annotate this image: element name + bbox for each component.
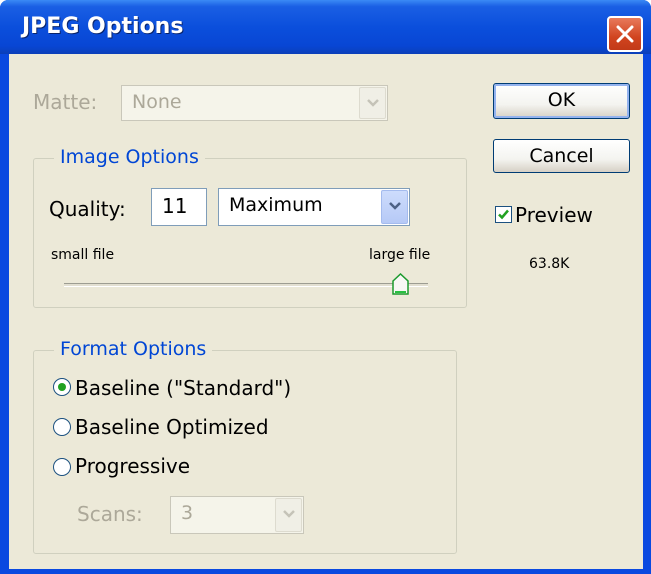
image-options-legend: Image Options: [54, 146, 205, 168]
format-options-legend: Format Options: [54, 338, 213, 360]
chevron-down-icon: [389, 202, 401, 210]
quality-dropdown-button[interactable]: [381, 190, 408, 224]
matte-label: Matte:: [33, 90, 98, 114]
scans-select[interactable]: 3: [170, 496, 304, 534]
radio-selected-dot: [58, 383, 66, 391]
small-file-label: small file: [51, 247, 115, 263]
scans-dropdown-button[interactable]: [275, 498, 302, 532]
quality-value: 11: [162, 194, 188, 218]
dialog-window: JPEG Options Matte: None Image Options Q…: [0, 0, 651, 574]
file-size-readout: 63.8K: [529, 256, 570, 272]
close-button[interactable]: [607, 16, 643, 52]
dialog-body: Matte: None Image Options Quality: 11 Ma…: [9, 54, 643, 569]
quality-slider-track[interactable]: [64, 283, 428, 287]
matte-select[interactable]: None: [121, 85, 388, 121]
ok-button[interactable]: OK: [493, 83, 630, 119]
large-file-label: large file: [369, 247, 431, 263]
option-baseline-standard-label: Baseline ("Standard"): [75, 376, 292, 400]
chevron-down-icon: [367, 99, 379, 107]
cancel-button[interactable]: Cancel: [493, 139, 630, 173]
quality-preset-select[interactable]: Maximum: [218, 188, 410, 226]
option-baseline-optimized-label: Baseline Optimized: [75, 415, 269, 439]
quality-preset-value: Maximum: [229, 194, 323, 216]
quality-slider-thumb[interactable]: [392, 273, 409, 295]
radio-baseline-standard[interactable]: [53, 378, 71, 396]
preview-label: Preview: [515, 203, 593, 227]
close-icon: [616, 25, 634, 43]
matte-dropdown-button[interactable]: [359, 87, 386, 119]
quality-label: Quality:: [49, 197, 126, 221]
checkmark-icon: [498, 209, 509, 220]
ok-button-label: OK: [547, 89, 576, 111]
quality-input[interactable]: 11: [151, 188, 207, 226]
radio-baseline-optimized[interactable]: [53, 418, 71, 436]
cancel-button-label: Cancel: [529, 145, 594, 167]
matte-value: None: [132, 91, 182, 113]
preview-checkbox[interactable]: [495, 206, 512, 223]
title-bar[interactable]: JPEG Options: [0, 0, 651, 54]
scans-value: 3: [181, 502, 194, 524]
window-title: JPEG Options: [22, 14, 184, 39]
option-progressive-label: Progressive: [75, 454, 191, 478]
scans-label: Scans:: [77, 502, 143, 526]
chevron-down-icon: [283, 510, 295, 518]
radio-progressive[interactable]: [53, 458, 71, 476]
